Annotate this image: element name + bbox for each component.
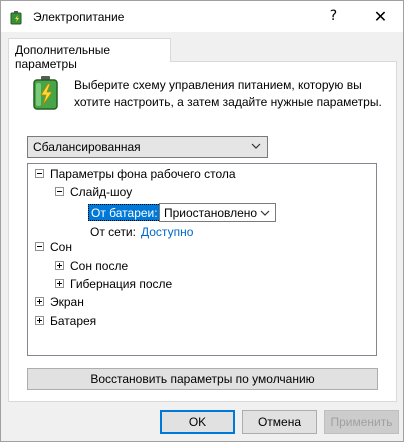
battery-icon	[33, 76, 58, 110]
title-bar: Электропитание ? ✕	[1, 1, 403, 32]
on-ac-value-link[interactable]: Доступно	[141, 225, 193, 239]
tree-item-hibernate-after[interactable]: Гибернация после	[70, 277, 172, 291]
tree-item-desktop-background[interactable]: Параметры фона рабочего стола	[50, 167, 236, 181]
close-button[interactable]: ✕	[358, 1, 403, 32]
power-plan-select[interactable]: Сбалансированная	[27, 136, 268, 158]
expand-icon[interactable]	[55, 279, 64, 288]
expand-icon[interactable]	[55, 261, 64, 270]
on-battery-select[interactable]: Приостановлено	[159, 203, 276, 222]
ok-button[interactable]: OK	[160, 410, 235, 434]
collapse-icon[interactable]	[35, 169, 44, 178]
advanced-settings-panel: Выберите схему управления питанием, кото…	[8, 61, 397, 402]
power-plan-value: Сбалансированная	[33, 140, 141, 154]
tree-item-sleep[interactable]: Сон	[50, 240, 72, 254]
settings-tree[interactable]: Параметры фона рабочего стола Слайд-шоу …	[27, 163, 377, 356]
power-options-dialog: Электропитание ? ✕ Дополнительные параме…	[0, 0, 404, 442]
expand-icon[interactable]	[35, 297, 44, 306]
tree-item-battery[interactable]: Батарея	[50, 314, 96, 328]
restore-defaults-button[interactable]: Восстановить параметры по умолчанию	[27, 368, 378, 390]
tab-advanced-settings[interactable]: Дополнительные параметры	[8, 38, 171, 71]
chevron-down-icon	[251, 143, 261, 149]
power-options-icon	[10, 11, 22, 25]
on-ac-label: От сети:	[90, 225, 136, 239]
tree-item-display[interactable]: Экран	[50, 295, 84, 309]
tree-item-slideshow[interactable]: Слайд-шоу	[70, 185, 132, 199]
collapse-icon[interactable]	[55, 187, 64, 196]
on-battery-label[interactable]: От батареи:	[88, 204, 161, 221]
help-button[interactable]: ?	[311, 1, 356, 32]
chevron-down-icon	[260, 210, 270, 216]
description-text: Выберите схему управления питанием, кото…	[74, 78, 382, 109]
apply-button[interactable]: Применить	[324, 410, 399, 434]
expand-icon[interactable]	[35, 316, 44, 325]
cancel-button[interactable]: Отмена	[242, 410, 317, 434]
window-title: Электропитание	[33, 10, 125, 24]
tree-item-sleep-after[interactable]: Сон после	[70, 259, 128, 273]
collapse-icon[interactable]	[35, 242, 44, 251]
on-battery-value: Приостановлено	[164, 206, 258, 220]
